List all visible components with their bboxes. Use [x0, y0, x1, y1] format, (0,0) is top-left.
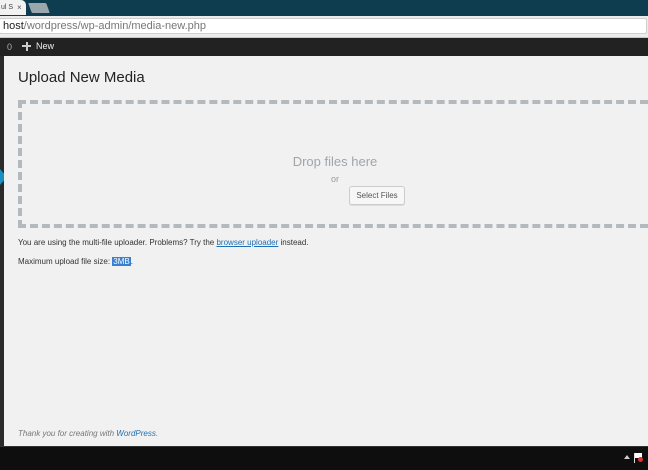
action-center-flag-icon[interactable] [634, 453, 643, 463]
max-upload-size: Maximum upload file size: 3MB. [18, 257, 133, 266]
info-text: You are using the multi-file uploader. P… [18, 238, 217, 247]
or-text: or [330, 174, 339, 184]
upload-drop-zone[interactable]: Drop files here or Select Files [18, 100, 648, 228]
wp-admin-bar: 0 New [0, 38, 648, 56]
close-icon[interactable]: × [17, 0, 22, 15]
max-size-suffix: . [130, 257, 133, 266]
wordpress-link[interactable]: WordPress [116, 429, 156, 438]
browser-tab-strip: ul S × [0, 0, 648, 16]
url-host: host [3, 20, 24, 32]
footer-text: Thank you for creating with [18, 429, 117, 438]
new-tab-button[interactable] [28, 3, 50, 13]
max-size-value: 3MB [112, 257, 131, 266]
admin-footer: Thank you for creating with WordPress. [18, 429, 158, 438]
address-bar[interactable]: host/wordpress/wp-admin/media-new.php [0, 18, 647, 34]
main-content: Upload New Media Drop files here or Sele… [4, 56, 648, 446]
new-label: New [36, 41, 55, 51]
footer-suffix: . [155, 429, 159, 438]
select-files-button[interactable]: Select Files [349, 186, 405, 205]
new-content-menu[interactable]: New [22, 41, 54, 51]
os-taskbar [0, 446, 648, 470]
browser-toolbar: host/wordpress/wp-admin/media-new.php [0, 16, 648, 38]
drop-files-text: Drop files here [292, 154, 378, 169]
tray-expand-icon[interactable] [624, 455, 630, 459]
uploader-info: You are using the multi-file uploader. P… [18, 238, 309, 247]
plus-icon [22, 41, 31, 51]
browser-tab[interactable]: ul S × [0, 0, 26, 15]
url-path: /wordpress/wp-admin/media-new.php [23, 20, 206, 32]
browser-uploader-link[interactable]: browser uploader [216, 238, 278, 247]
max-size-label: Maximum upload file size: [18, 257, 113, 266]
tab-title: ul S [1, 4, 14, 11]
comments-count[interactable]: 0 [7, 42, 12, 52]
page-title: Upload New Media [18, 69, 145, 86]
info-suffix: instead. [278, 238, 309, 247]
